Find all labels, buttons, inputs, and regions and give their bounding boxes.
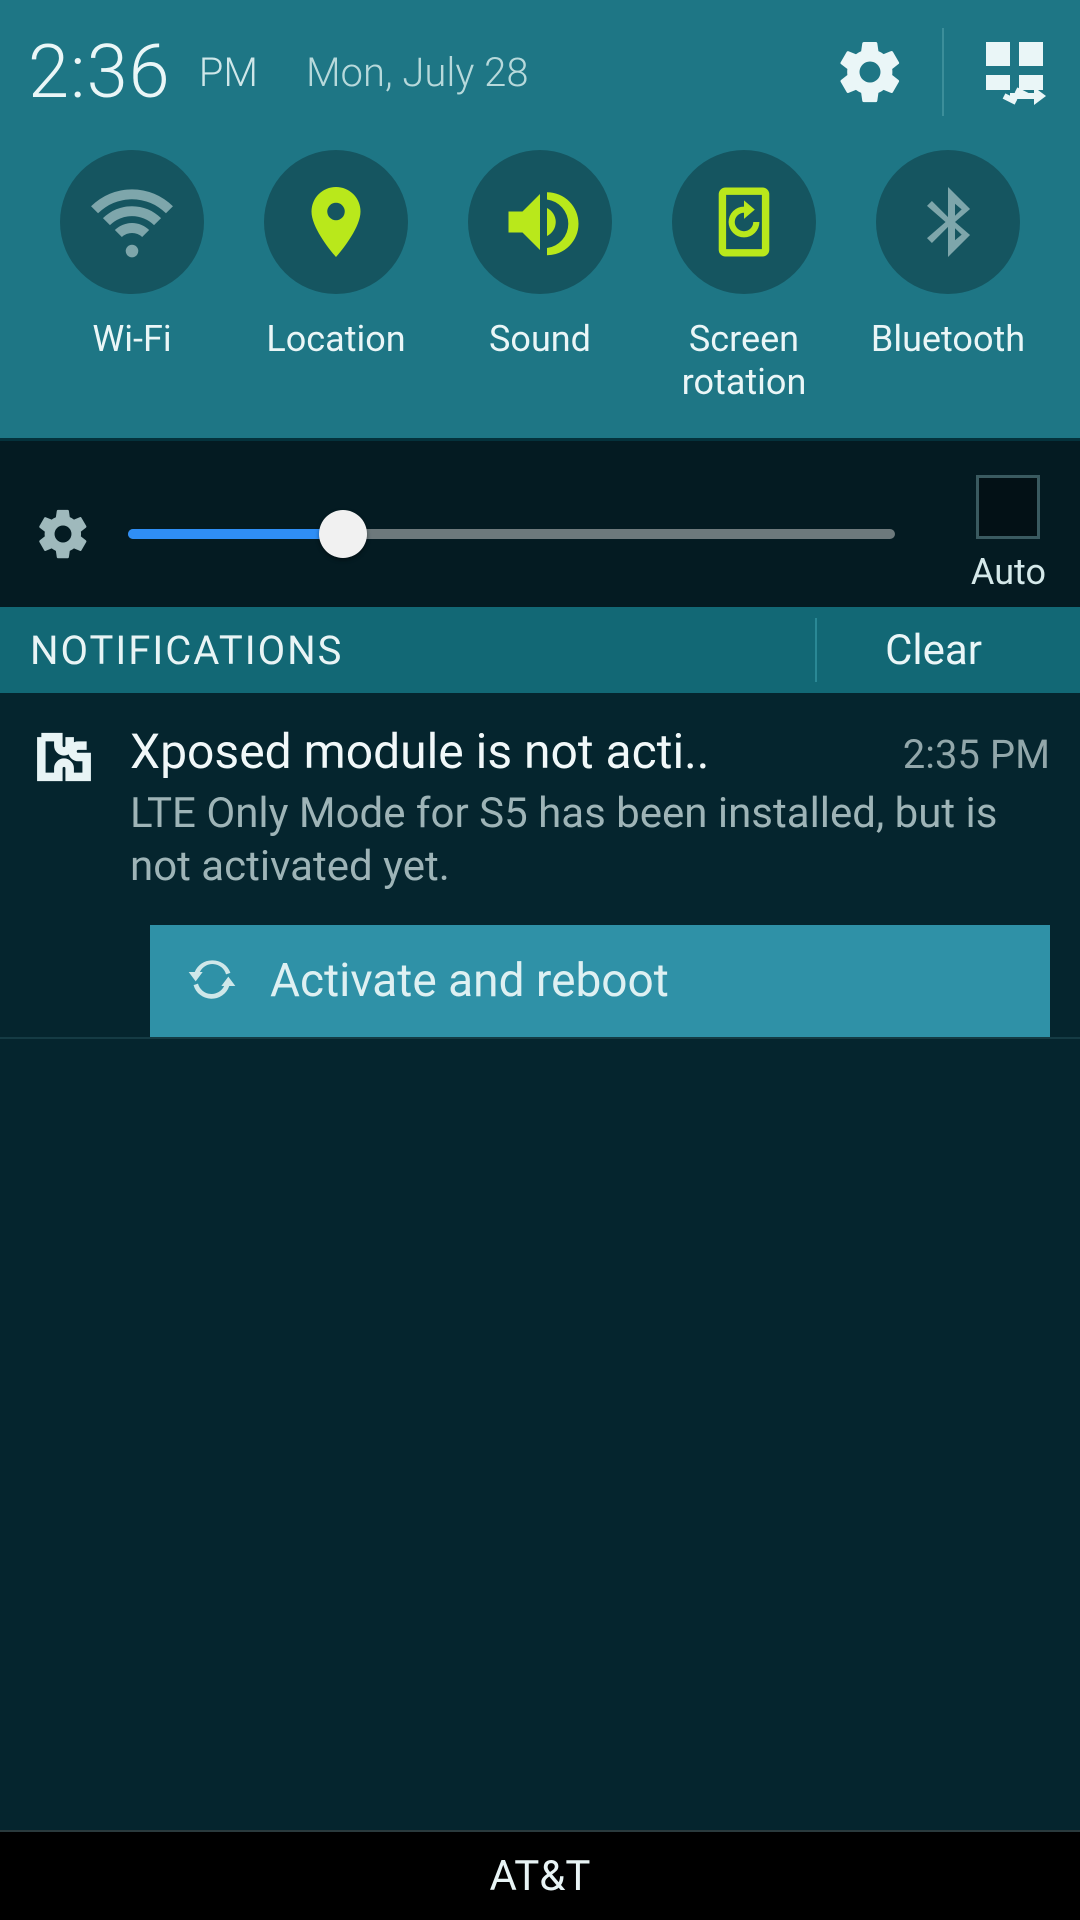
- toggle-bluetooth[interactable]: Bluetooth: [848, 150, 1048, 404]
- brightness-slider[interactable]: [128, 529, 895, 539]
- toggle-label: Sound: [489, 318, 591, 361]
- quick-panel-grid-icon[interactable]: [980, 36, 1052, 108]
- carrier-name: AT&T: [489, 1852, 590, 1901]
- toggle-label: Bluetooth: [871, 318, 1025, 361]
- quick-toggle-row: Wi-Fi Location Sound Screen rotation Blu…: [28, 150, 1052, 404]
- status-row: 2:36 PM Mon, July 28: [28, 28, 1052, 116]
- clock-time: 2:36: [28, 29, 171, 116]
- toggle-location[interactable]: Location: [236, 150, 436, 404]
- notifications-list: Xposed module is not acti.. 2:35 PM LTE …: [0, 693, 1080, 1039]
- toggle-screen-rotation[interactable]: Screen rotation: [644, 150, 844, 404]
- auto-brightness-checkbox[interactable]: [976, 475, 1040, 539]
- notification-item[interactable]: Xposed module is not acti.. 2:35 PM LTE …: [0, 693, 1080, 1039]
- notification-time: 2:35 PM: [903, 731, 1050, 778]
- separator: [942, 28, 944, 116]
- toggle-sound[interactable]: Sound: [440, 150, 640, 404]
- notification-panel-header: 2:36 PM Mon, July 28 Wi-Fi Location: [0, 0, 1080, 438]
- refresh-icon: [184, 951, 240, 1011]
- clock-ampm: PM: [199, 49, 258, 96]
- slider-thumb[interactable]: [319, 510, 367, 558]
- toggle-label: Location: [266, 318, 405, 361]
- clock-date: Mon, July 28: [306, 49, 529, 96]
- notifications-title: NOTIFICATIONS: [30, 627, 343, 674]
- brightness-row: Auto: [0, 438, 1080, 607]
- settings-icon[interactable]: [834, 36, 906, 108]
- notification-title: Xposed module is not acti..: [130, 723, 879, 780]
- notification-action-label: Activate and reboot: [270, 954, 669, 1008]
- puzzle-piece-icon: [30, 723, 98, 893]
- notifications-section-bar: NOTIFICATIONS Clear: [0, 607, 1080, 693]
- toggle-label: Screen rotation: [682, 318, 807, 404]
- clear-button[interactable]: Clear: [817, 626, 1050, 675]
- toggle-wifi[interactable]: Wi-Fi: [32, 150, 232, 404]
- carrier-bar: AT&T: [0, 1830, 1080, 1920]
- empty-area: [0, 1039, 1080, 1830]
- notification-description: LTE Only Mode for S5 has been installed,…: [130, 788, 1050, 893]
- notification-action-button[interactable]: Activate and reboot: [150, 925, 1050, 1037]
- toggle-label: Wi-Fi: [92, 318, 171, 361]
- brightness-settings-icon[interactable]: [34, 505, 92, 563]
- auto-brightness-label: Auto: [971, 551, 1046, 593]
